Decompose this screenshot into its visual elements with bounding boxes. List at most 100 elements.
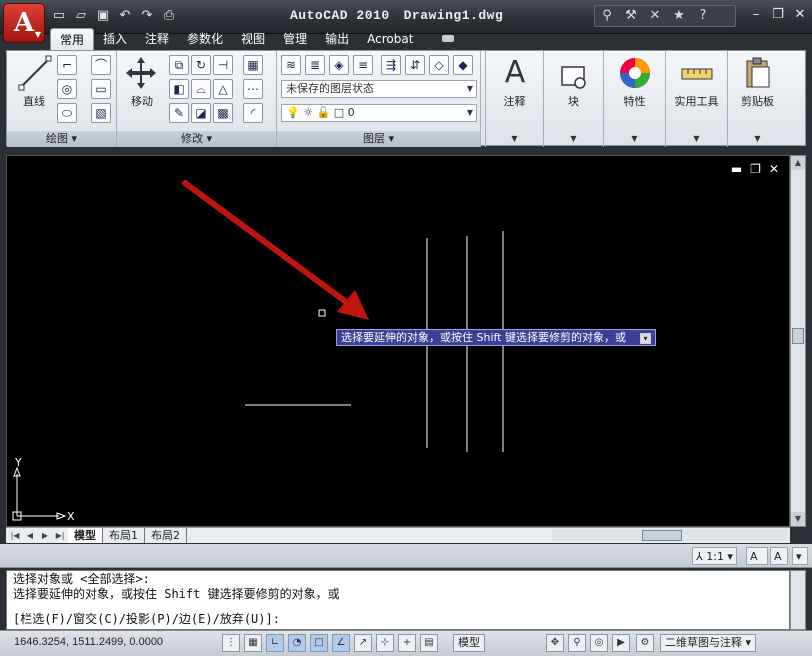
- last-tab-icon[interactable]: ▶|: [53, 529, 67, 542]
- tab-parametric[interactable]: 参数化: [178, 28, 232, 50]
- open-icon[interactable]: ▱: [72, 7, 90, 25]
- annotation-scale-dropdown[interactable]: ⅄ 1:1 ▾: [692, 547, 737, 565]
- layers-panel-title[interactable]: 图层 ▾: [277, 131, 480, 147]
- grid-icon[interactable]: ▦: [244, 634, 262, 652]
- layer-isolate-icon[interactable]: ◈: [329, 55, 349, 75]
- tab-model[interactable]: 模型: [68, 528, 103, 543]
- undo-icon[interactable]: ↶: [116, 7, 134, 25]
- osnap-icon[interactable]: □: [310, 634, 328, 652]
- annotation-visibility-icon[interactable]: A: [746, 547, 768, 565]
- steering-wheel-icon[interactable]: ◎: [590, 634, 608, 652]
- lineweight-icon[interactable]: +: [398, 634, 416, 652]
- workspace-switcher[interactable]: 二维草图与注释 ▾: [660, 634, 757, 652]
- fillet-icon[interactable]: ⌓: [191, 79, 211, 99]
- scroll-thumb[interactable]: [792, 328, 804, 344]
- offset-icon[interactable]: ◪: [191, 103, 211, 123]
- chamfer-icon[interactable]: ◜: [243, 103, 263, 123]
- explode-icon[interactable]: ⋯: [243, 79, 263, 99]
- arc-icon[interactable]: ⌒: [91, 55, 111, 75]
- block-panel[interactable]: 块 ▼: [543, 51, 603, 147]
- scroll-up-icon[interactable]: ▲: [791, 156, 805, 170]
- restore-icon[interactable]: ❐: [770, 6, 786, 24]
- gear-icon[interactable]: ⚙: [636, 634, 654, 652]
- polar-icon[interactable]: ◔: [288, 634, 306, 652]
- ellipse-icon[interactable]: ⬭: [57, 103, 77, 123]
- trim-icon[interactable]: ⊣: [213, 55, 233, 75]
- copy-icon[interactable]: ⧉: [169, 55, 189, 75]
- circle-icon[interactable]: ◎: [57, 79, 77, 99]
- prev-tab-icon[interactable]: ◀: [23, 529, 37, 542]
- layer-freeze-icon[interactable]: ◆: [453, 55, 473, 75]
- layer-match-icon[interactable]: ⇶: [381, 55, 401, 75]
- annotation-panel[interactable]: A 注释 ▼: [485, 51, 543, 147]
- model-space-button[interactable]: 模型: [453, 634, 485, 652]
- line-button-label[interactable]: 直线: [9, 93, 59, 109]
- utilities-panel[interactable]: 实用工具 ▼: [665, 51, 727, 147]
- redo-icon[interactable]: ↷: [138, 7, 156, 25]
- layer-previous-icon[interactable]: ⇵: [405, 55, 425, 75]
- layer-walk-icon[interactable]: ≡: [353, 55, 373, 75]
- application-menu-button[interactable]: A ▼: [3, 3, 45, 43]
- new-icon[interactable]: ▭: [50, 7, 68, 25]
- horizontal-scroll-thumb[interactable]: [642, 530, 682, 541]
- dyn-icon[interactable]: ⊹: [376, 634, 394, 652]
- tab-home[interactable]: 常用: [50, 28, 95, 50]
- showmotion-icon[interactable]: ▶: [612, 634, 630, 652]
- first-tab-icon[interactable]: |◀: [8, 529, 22, 542]
- move-icon[interactable]: [123, 55, 159, 91]
- ducs-icon[interactable]: ↗: [354, 634, 372, 652]
- line-icon[interactable]: [17, 55, 53, 91]
- minimize-icon[interactable]: ▬: [731, 162, 742, 176]
- pan-icon[interactable]: ✥: [546, 634, 564, 652]
- scroll-down-icon[interactable]: ▼: [791, 512, 805, 526]
- erase-icon[interactable]: ▩: [213, 103, 233, 123]
- move-button-label[interactable]: 移动: [117, 93, 167, 109]
- draw-panel-title[interactable]: 绘图 ▾: [7, 131, 116, 147]
- tab-acrobat[interactable]: Acrobat: [358, 28, 422, 50]
- otrack-icon[interactable]: ∠: [332, 634, 350, 652]
- clipboard-panel[interactable]: 剪贴板 ▼: [727, 51, 787, 147]
- layer-state-icon[interactable]: ≣: [305, 55, 325, 75]
- tab-layout1[interactable]: 布局1: [103, 528, 145, 543]
- minimize-ribbon-button[interactable]: [440, 28, 458, 50]
- mirror-icon[interactable]: ◧: [169, 79, 189, 99]
- satellite-icon[interactable]: ✕: [643, 6, 667, 26]
- vertical-scrollbar[interactable]: ▲ ▼: [790, 155, 806, 527]
- command-scrollbar[interactable]: [790, 570, 806, 630]
- properties-panel[interactable]: 特性 ▼: [603, 51, 665, 147]
- tab-annotate[interactable]: 注释: [136, 28, 178, 50]
- snap-icon[interactable]: ⋮: [222, 634, 240, 652]
- stretch-icon[interactable]: △: [213, 79, 233, 99]
- command-prompt[interactable]: [栏选(F)/窗交(C)/投影(P)/边(E)/放弃(U)]:: [13, 612, 783, 627]
- save-icon[interactable]: ▣: [94, 7, 112, 25]
- tab-layout2[interactable]: 布局2: [145, 528, 187, 543]
- horizontal-scrollbar[interactable]: [552, 529, 788, 542]
- command-window[interactable]: 选择对象或 <全部选择>: 选择要延伸的对象，或按住 Shift 键选择要修剪的…: [6, 570, 790, 630]
- layer-state-dropdown[interactable]: 未保存的图层状态 ▼: [281, 80, 477, 98]
- binoculars-icon[interactable]: ⚲: [595, 6, 619, 26]
- layer-dropdown[interactable]: 💡 ☼ 🔓 □ 0 ▼: [281, 104, 477, 122]
- wrench-icon[interactable]: ⚒: [619, 6, 643, 26]
- chevron-down-icon[interactable]: ▾: [792, 547, 808, 565]
- rectangle-icon[interactable]: ▭: [91, 79, 111, 99]
- layer-properties-icon[interactable]: ≋: [281, 55, 301, 75]
- polyline-icon[interactable]: ⌐: [57, 55, 77, 75]
- star-icon[interactable]: ★: [667, 6, 691, 26]
- next-tab-icon[interactable]: ▶: [38, 529, 52, 542]
- auto-scale-icon[interactable]: A: [770, 547, 788, 565]
- minimize-icon[interactable]: –: [748, 6, 764, 24]
- zoom-icon[interactable]: ⚲: [568, 634, 586, 652]
- scale-icon[interactable]: ✎: [169, 103, 189, 123]
- rotate-icon[interactable]: ↻: [191, 55, 211, 75]
- array-icon[interactable]: ▦: [243, 55, 263, 75]
- ortho-icon[interactable]: ∟: [266, 634, 284, 652]
- help-icon[interactable]: ?: [691, 6, 715, 26]
- tab-output[interactable]: 输出: [316, 28, 358, 50]
- print-icon[interactable]: ⎙: [160, 7, 178, 25]
- tab-view[interactable]: 视图: [232, 28, 274, 50]
- tooltip-arrow-icon[interactable]: ▾: [640, 332, 651, 344]
- layer-off-icon[interactable]: ◇: [429, 55, 449, 75]
- quick-properties-icon[interactable]: ▤: [420, 634, 438, 652]
- restore-icon[interactable]: ❐: [750, 162, 761, 176]
- close-icon[interactable]: ✕: [792, 6, 808, 24]
